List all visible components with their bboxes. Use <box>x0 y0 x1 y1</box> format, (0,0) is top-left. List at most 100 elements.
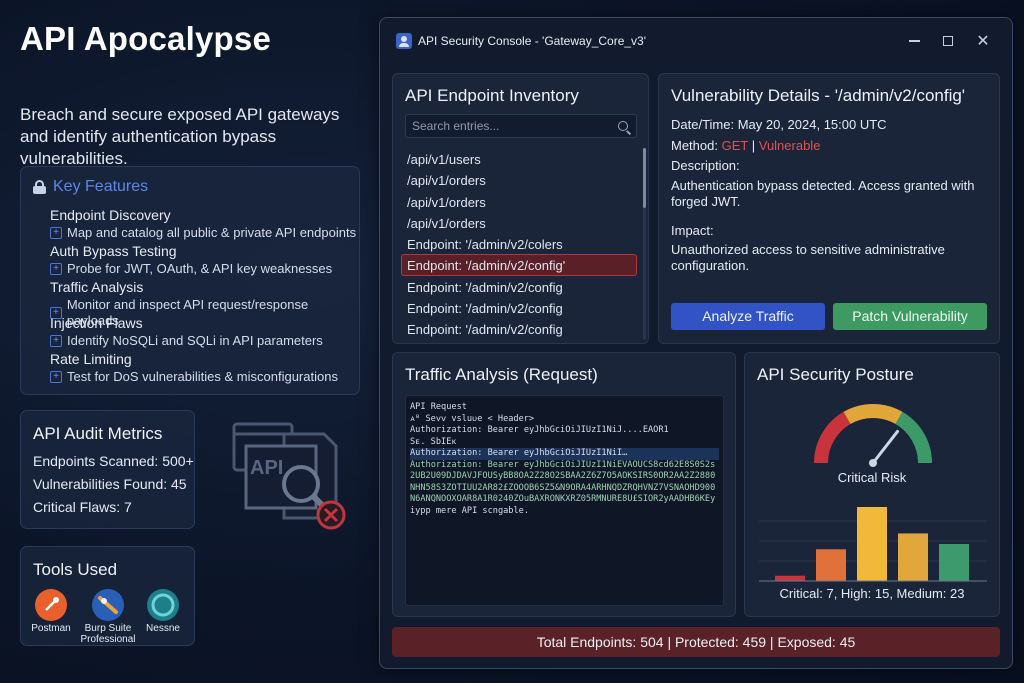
endpoint-item-selected[interactable]: Endpoint: '/admin/v2/config' <box>401 254 637 276</box>
code-line: Authorization: Bearer eyJhbGciOiJIUzI1Ni… <box>410 459 716 470</box>
metric-vulnerabilities: Vulnerabilities Found: 45 <box>33 476 187 492</box>
code-line: Authorization: Bearer eyJhbGciOiJIUzI1Ni… <box>410 425 669 435</box>
nessus-icon <box>147 589 179 621</box>
search-icon[interactable] <box>618 121 628 131</box>
tool-postman: Postman <box>22 589 80 634</box>
code-line: NHN58S3ZOTIUU2AR82£ZOOOB6SZ5&N9ORA4ARHNQ… <box>410 482 716 493</box>
security-console-window: API Security Console - 'Gateway_Core_v3'… <box>379 17 1013 669</box>
api-document-illustration: API <box>232 422 346 530</box>
details-title: Vulnerability Details - '/admin/v2/confi… <box>671 86 966 105</box>
window-titlebar[interactable]: API Security Console - 'Gateway_Core_v3'… <box>380 18 1012 64</box>
method-separator: | <box>751 138 756 153</box>
severity-bar-chart <box>759 507 987 582</box>
feature-title: Endpoint Discovery <box>50 207 171 223</box>
severity-bar <box>816 549 846 581</box>
status-value: Vulnerable <box>758 138 821 153</box>
gauge-label: Critical Risk <box>837 470 907 485</box>
key-features-card: Key Features Endpoint Discovery + Map and… <box>20 166 360 395</box>
risk-gauge <box>814 404 932 467</box>
severity-caption: Critical: 7, High: 15, Medium: 23 <box>779 586 965 601</box>
endpoint-item[interactable]: /api/v1/orders <box>401 191 637 212</box>
audit-metrics-heading: API Audit Metrics <box>33 424 163 443</box>
description-text: Authentication bypass detected. Access g… <box>671 178 975 209</box>
analyze-traffic-button[interactable]: Analyze Traffic <box>671 303 825 330</box>
gauge-segment <box>814 411 851 464</box>
request-code-view[interactable]: API Request ᴀᴮ Seᴠᴠ vsluᴜe < Header> Autho… <box>405 395 724 606</box>
tool-burp-suite: Burp Suite Professional <box>79 589 137 645</box>
status-bar: Total Endpoints: 504 | Protected: 459 | … <box>392 627 1000 657</box>
metric-critical: Critical Flaws: 7 <box>33 499 132 515</box>
severity-bar <box>898 533 928 581</box>
key-features-heading: Key Features <box>53 178 149 195</box>
feature-desc: Test for DoS vulnerabilities & misconfig… <box>67 369 338 384</box>
postman-icon <box>35 589 67 621</box>
method-label: Method: <box>671 138 718 153</box>
security-posture-panel: API Security Posture Critical Risk Criti… <box>744 352 1000 617</box>
gauge-segment <box>895 411 932 464</box>
burp-suite-icon <box>92 589 124 621</box>
method-value: GET <box>721 138 749 153</box>
plus-icon: + <box>50 371 62 383</box>
endpoint-item[interactable]: /api/v1/orders <box>401 169 637 190</box>
endpoint-item[interactable]: Endpoint: '/admin/v2/colers <box>401 233 637 254</box>
feature-item: Injection Flaws + Identify NoSQLi and SQL… <box>50 315 323 349</box>
metric-endpoints: Endpoints Scanned: 500+ <box>33 453 194 469</box>
plus-icon: + <box>50 263 62 275</box>
impact-label: Impact: <box>671 223 714 238</box>
detail-datetime: Date/Time: May 20, 2024, 15:00 UTC <box>671 117 887 132</box>
feature-desc: Probe for JWT, OAuth, & API key weakness… <box>67 261 333 276</box>
code-line: N6ANQNOOXOAR8A1R0240ZOuBAXRONKXRZ05RMNUR… <box>410 494 716 504</box>
vulnerability-details-panel: Vulnerability Details - '/admin/v2/confi… <box>658 73 1000 344</box>
inventory-title: API Endpoint Inventory <box>405 86 579 105</box>
gauge-hub <box>869 459 877 467</box>
maximize-button[interactable] <box>938 31 958 51</box>
posture-title: API Security Posture <box>757 365 914 384</box>
tool-nessne: Nessne <box>134 589 192 634</box>
tool-label: Burp Suite Professional <box>80 623 136 645</box>
code-line: iypp mere API scngable. <box>410 505 529 516</box>
impact-text: Unauthorized access to sensitive adminis… <box>671 242 945 273</box>
minimize-button[interactable] <box>904 31 924 51</box>
search-input[interactable] <box>412 118 612 134</box>
promo-subtitle: Breach and secure exposed API gateways a… <box>20 105 340 168</box>
feature-item: Auth Bypass Testing + Probe for JWT, OAut… <box>50 243 332 277</box>
code-line: Sᴇ. SbIEᴋ <box>410 436 457 447</box>
close-button[interactable]: ✕ <box>973 31 993 51</box>
promo-title: API Apocalypse <box>20 20 271 57</box>
severity-bar <box>939 544 969 581</box>
detail-method-row: Method: GET | Vulnerable <box>671 138 989 154</box>
plus-icon: + <box>50 227 62 239</box>
patch-vulnerability-button[interactable]: Patch Vulnerability <box>833 303 987 330</box>
list-scrollbar[interactable] <box>643 148 646 340</box>
window-title: API Security Console - 'Gateway_Core_v3' <box>418 34 647 48</box>
endpoint-item[interactable]: Endpoint: '/admin/v2/config <box>401 297 637 318</box>
gauge-needle <box>871 429 900 465</box>
endpoint-item[interactable]: Endpoint: '/admin/v2/config <box>401 318 637 339</box>
scrollbar-thumb[interactable] <box>643 148 646 208</box>
search-box <box>405 114 637 138</box>
endpoint-item[interactable]: /api/v1/orders <box>401 212 637 233</box>
endpoint-item[interactable]: /api/v1/users <box>401 148 637 169</box>
tool-label: Nessne <box>146 623 180 634</box>
maximize-icon <box>943 36 953 46</box>
feature-desc: Identify NoSQLi and SQLi in API paramete… <box>67 333 323 348</box>
lock-icon <box>33 180 46 194</box>
feature-title: Auth Bypass Testing <box>50 243 177 259</box>
severity-bar <box>857 507 887 581</box>
audit-metrics-card: API Audit Metrics Endpoints Scanned: 500… <box>20 410 195 529</box>
gauge-segment <box>843 404 903 425</box>
illustration-label: API <box>250 457 283 479</box>
minimize-icon <box>908 40 920 42</box>
traffic-analysis-panel: Traffic Analysis (Request) API Request ᴀᴮ… <box>392 352 736 617</box>
endpoint-item[interactable]: Endpoint: '/admin/v2/config <box>401 276 637 297</box>
feature-item: Endpoint Discovery + Map and catalog all … <box>50 207 356 241</box>
endpoint-list: /api/v1/users/api/v1/orders/api/v1/order… <box>401 148 637 340</box>
traffic-title: Traffic Analysis (Request) <box>405 365 598 384</box>
tools-heading: Tools Used <box>33 560 118 579</box>
feature-desc: Map and catalog all public & private API… <box>67 225 357 240</box>
code-line: API Request <box>410 402 467 412</box>
code-line: 2UB2U09DJDAVJFOUSyBB8OA2Z28O2SBAA2Z6Z7O5… <box>410 471 716 481</box>
plus-icon: + <box>50 335 62 347</box>
feature-title: Injection Flaws <box>50 315 143 331</box>
code-line: Authorization: Bearer eyJhbGciOiJIUzI1Ni… <box>410 448 719 460</box>
